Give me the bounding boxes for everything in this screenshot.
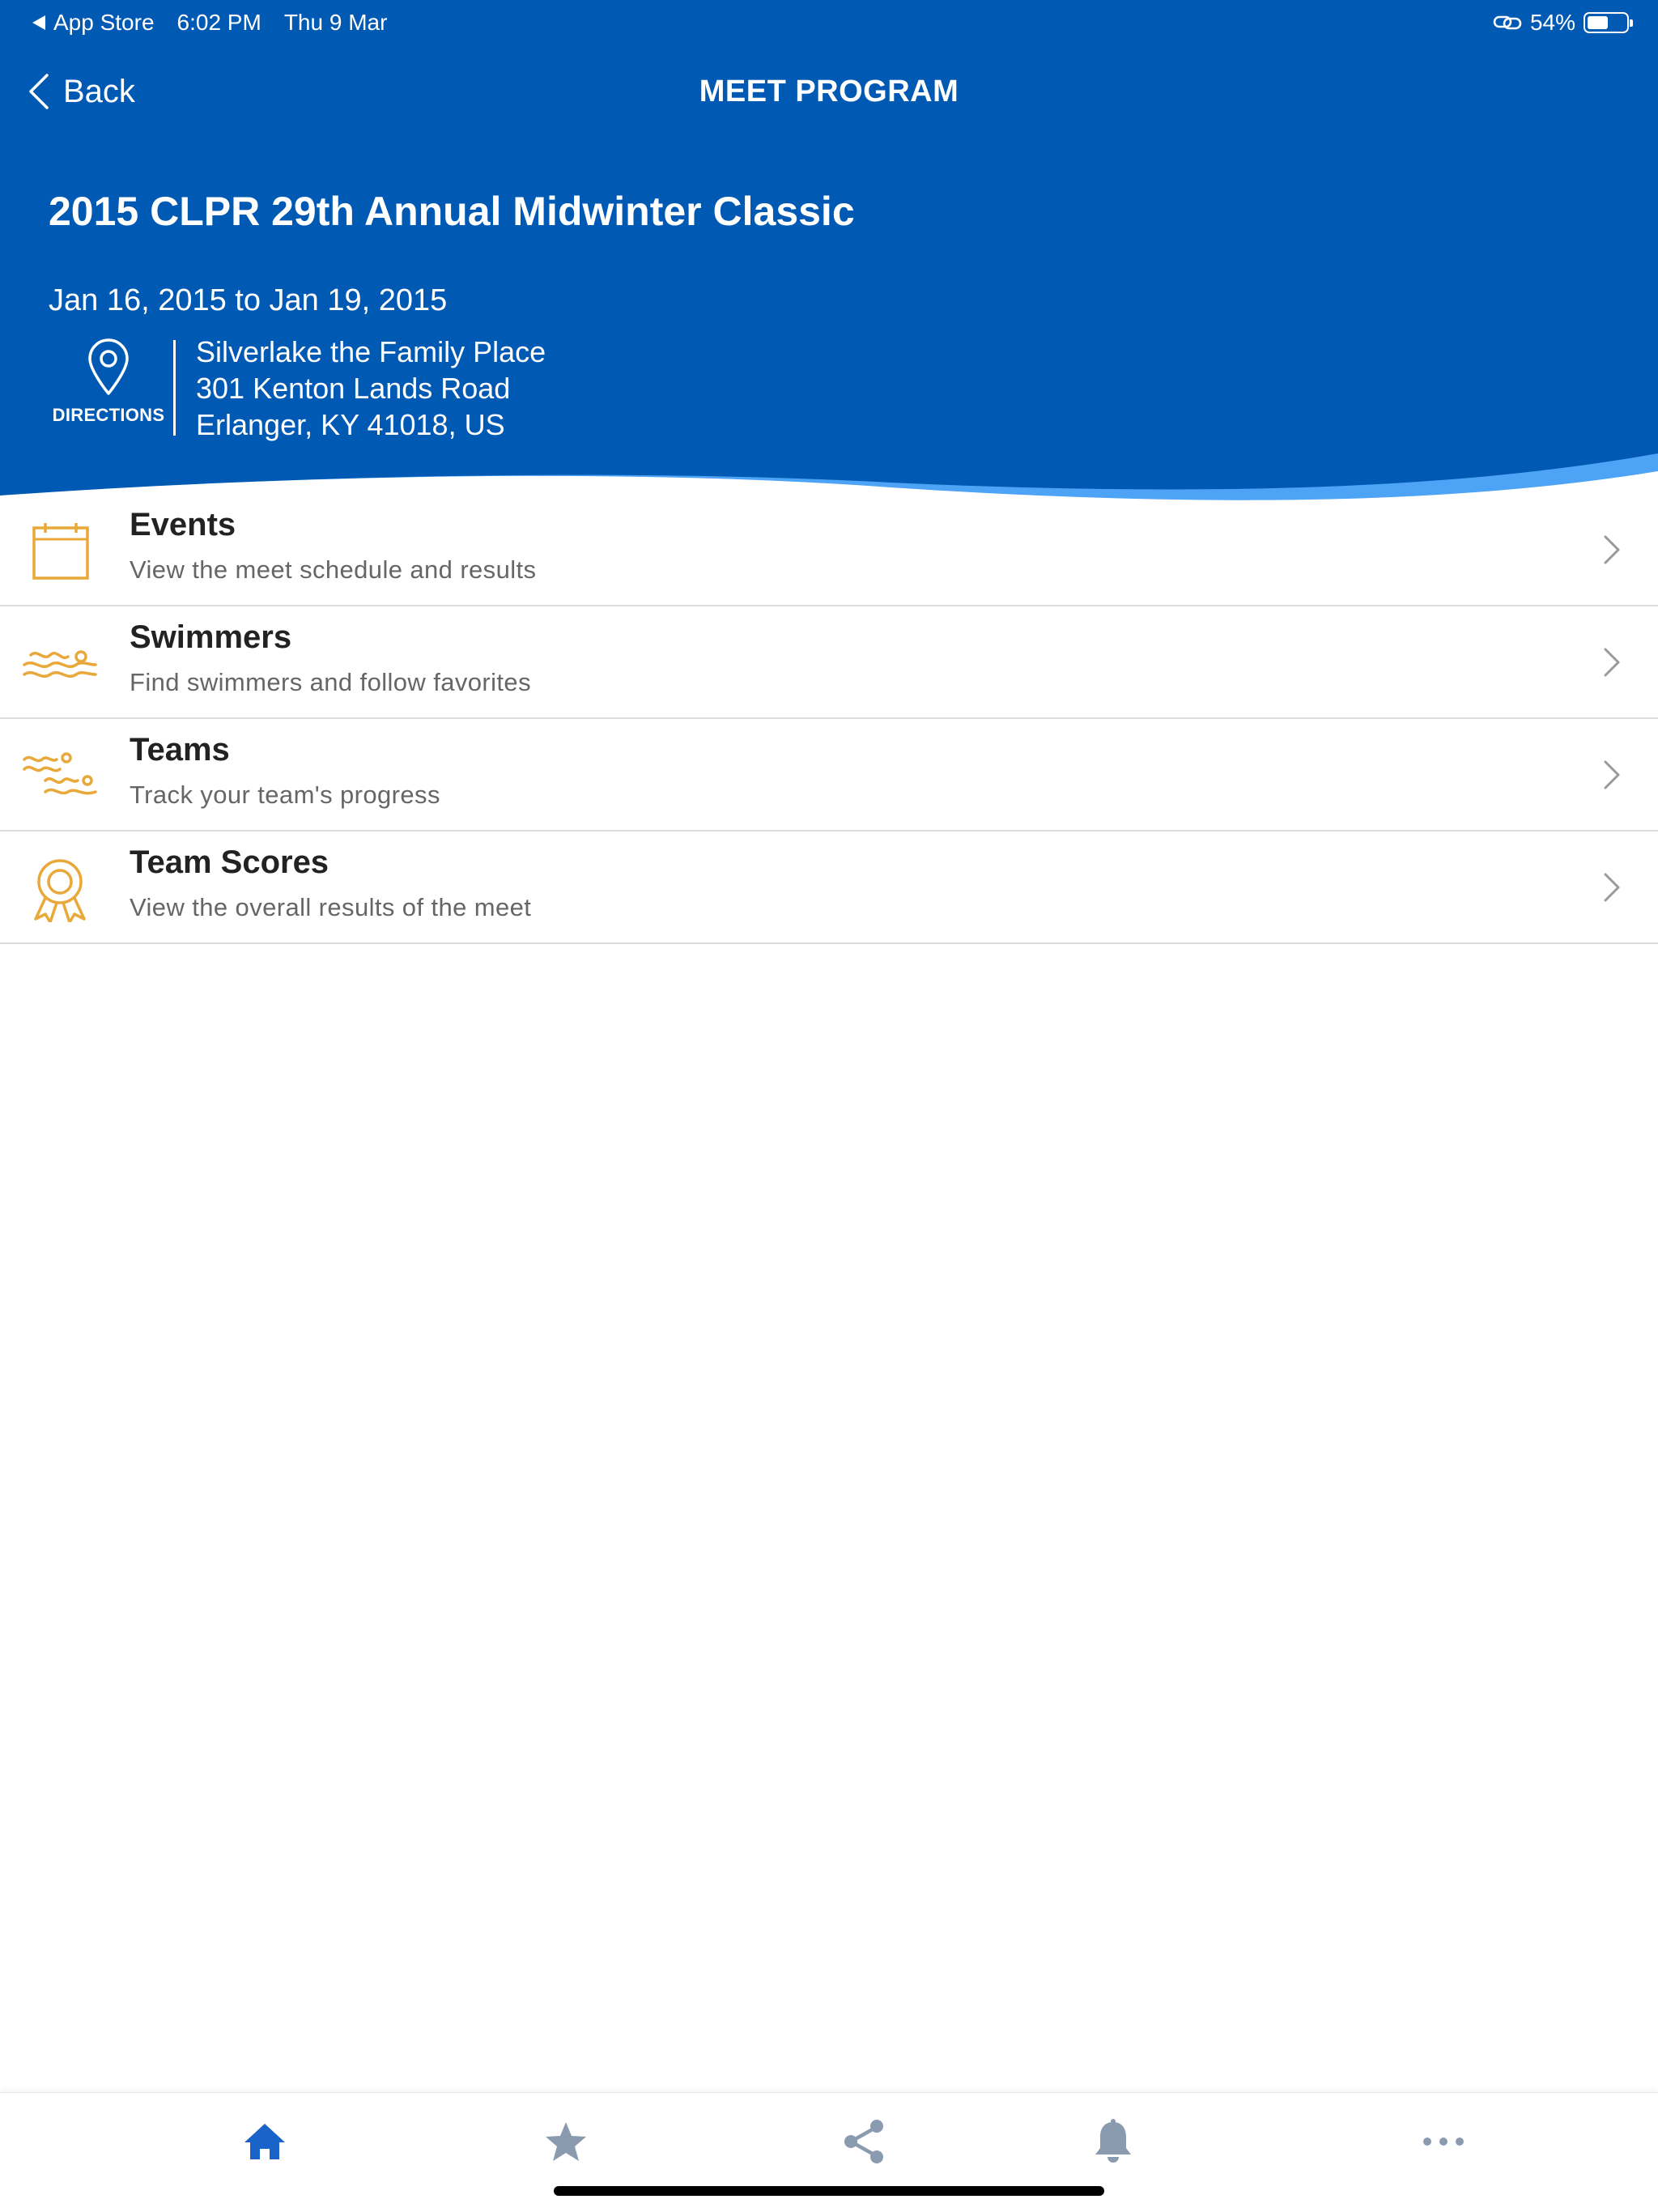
venue-address: Silverlake the Family Place 301 Kenton L… — [196, 334, 546, 443]
home-indicator — [554, 2186, 1104, 2196]
menu-title: Teams — [130, 732, 230, 768]
menu-subtitle: Find swimmers and follow favorites — [130, 668, 531, 696]
calendar-icon — [32, 523, 89, 580]
chevron-right-icon — [1604, 873, 1620, 902]
directions-button[interactable]: DIRECTIONS — [45, 334, 172, 429]
menu-subtitle: View the overall results of the meet — [130, 893, 532, 921]
menu-title: Events — [130, 507, 236, 542]
share-icon — [844, 2120, 883, 2163]
menu-subtitle: View the meet schedule and results — [130, 555, 537, 584]
meet-dates: Jan 16, 2015 to Jan 19, 2015 — [49, 283, 448, 317]
link-icon — [1493, 15, 1522, 30]
nav-bar: Back MEET PROGRAM — [0, 65, 1658, 121]
tab-favorites[interactable] — [529, 2109, 602, 2174]
status-bar: App Store 6:02 PM Thu 9 Mar 54% — [0, 0, 1658, 45]
tab-more[interactable] — [1407, 2109, 1480, 2174]
menu-item-swimmers[interactable]: Swimmers Find swimmers and follow favori… — [0, 606, 1658, 719]
menu-item-teams[interactable]: Teams Track your team's progress — [0, 719, 1658, 832]
home-icon — [244, 2124, 285, 2159]
bell-icon — [1095, 2119, 1131, 2163]
battery-icon — [1584, 12, 1633, 33]
status-time: 6:02 PM — [176, 10, 261, 35]
menu-title: Team Scores — [130, 844, 329, 880]
venue-name: Silverlake the Family Place — [196, 335, 546, 368]
status-date: Thu 9 Mar — [283, 10, 388, 35]
meet-title: 2015 CLPR 29th Annual Midwinter Classic — [49, 189, 855, 234]
battery-percent: 54% — [1529, 10, 1575, 35]
status-right: 54% — [1493, 10, 1633, 36]
menu-title: Swimmers — [130, 619, 292, 655]
map-pin-icon — [88, 338, 129, 395]
menu-item-events[interactable]: Events View the meet schedule and result… — [0, 494, 1658, 606]
address-divider — [173, 340, 176, 436]
status-left[interactable]: App Store 6:02 PM Thu 9 Mar — [32, 10, 410, 36]
page-title: MEET PROGRAM — [699, 74, 959, 108]
swimmer-icon — [23, 650, 97, 678]
chevron-right-icon — [1604, 535, 1620, 564]
tab-share[interactable] — [827, 2109, 900, 2174]
team-swimmers-icon — [23, 752, 97, 795]
meet-header: App Store 6:02 PM Thu 9 Mar 54% Back MEE… — [0, 0, 1658, 510]
star-icon — [546, 2122, 586, 2161]
chevron-right-icon — [1604, 760, 1620, 789]
award-ribbon-icon — [34, 859, 86, 922]
meet-menu: Events View the meet schedule and result… — [0, 494, 1658, 944]
chevron-right-icon — [1604, 648, 1620, 677]
menu-item-team-scores[interactable]: Team Scores View the overall results of … — [0, 832, 1658, 944]
tab-notifications[interactable] — [1077, 2109, 1150, 2174]
directions-label: DIRECTIONS — [52, 405, 165, 425]
back-to-app-icon — [32, 15, 45, 30]
more-icon — [1423, 2138, 1464, 2146]
tab-home[interactable] — [228, 2109, 301, 2174]
status-back-app: App Store — [53, 10, 155, 35]
menu-subtitle: Track your team's progress — [130, 781, 440, 809]
venue-street: 301 Kenton Lands Road — [196, 372, 511, 405]
